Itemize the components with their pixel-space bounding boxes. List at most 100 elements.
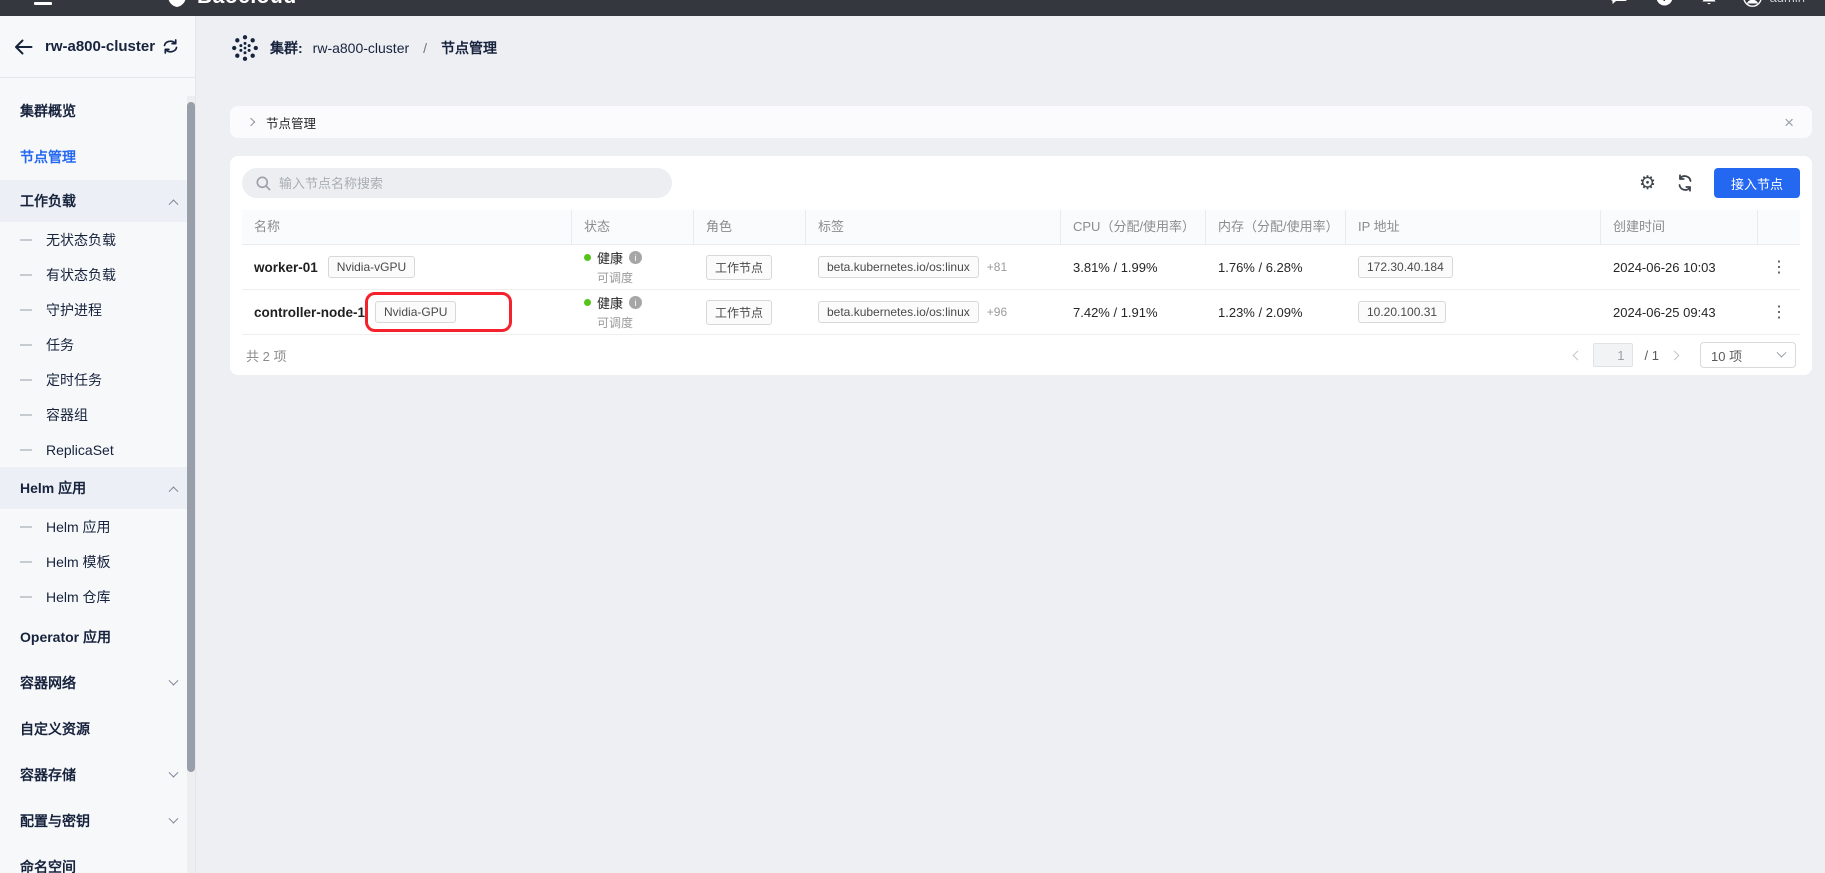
dash-icon xyxy=(20,561,32,563)
tab-close-icon[interactable]: × xyxy=(1784,114,1794,131)
message-icon[interactable] xyxy=(1610,0,1628,5)
sidebar-item-label: 定时任务 xyxy=(46,370,102,390)
sidebar-item[interactable]: 有状态负载 xyxy=(0,257,195,292)
cpu-usage: 7.42% / 1.91% xyxy=(1061,290,1206,334)
sidebar-item[interactable]: Helm 仓库 xyxy=(0,579,195,614)
dash-icon xyxy=(20,449,32,451)
sidebar-item[interactable]: 容器网络 xyxy=(0,660,195,706)
row-actions-kebab-icon[interactable]: ⋮ xyxy=(1765,302,1793,322)
memory-usage: 1.23% / 2.09% xyxy=(1206,290,1346,334)
dash-icon xyxy=(20,239,32,241)
info-icon[interactable]: i xyxy=(629,251,642,264)
gear-icon[interactable]: ⚙ xyxy=(1639,174,1656,193)
sidebar-menu: 集群概览 节点管理 工作负载 无状态负载 xyxy=(0,78,195,873)
node-label-tag: beta.kubernetes.io/os:linux xyxy=(818,301,979,323)
sidebar-item-label: Helm 模板 xyxy=(46,552,111,572)
chevron-icon xyxy=(169,675,179,685)
refresh-icon[interactable] xyxy=(1676,174,1694,192)
node-name[interactable]: controller-node-1 xyxy=(254,305,365,320)
next-page-icon[interactable] xyxy=(1670,350,1680,360)
info-icon[interactable]: i xyxy=(629,296,642,309)
menu-icon[interactable] xyxy=(34,0,52,5)
search-input[interactable] xyxy=(279,176,658,191)
sidebar-item[interactable]: Helm 模板 xyxy=(0,544,195,579)
tab-title[interactable]: 节点管理 xyxy=(266,113,316,132)
notification-bell-icon[interactable] xyxy=(1701,0,1717,6)
schedulable-text: 可调度 xyxy=(597,314,633,331)
sidebar-item-label: 守护进程 xyxy=(46,300,102,320)
breadcrumb-cluster[interactable]: rw-a800-cluster xyxy=(313,40,409,56)
brand-name: Baocloud xyxy=(197,0,297,9)
page-count: / 1 xyxy=(1645,348,1659,363)
page-number-input[interactable]: 1 xyxy=(1593,343,1633,367)
username-label[interactable]: admin xyxy=(1770,0,1805,5)
sidebar-item[interactable]: 定时任务 xyxy=(0,362,195,397)
dash-icon xyxy=(20,274,32,276)
sidebar-item[interactable]: 无状态负载 xyxy=(0,222,195,257)
sidebar-item[interactable]: 集群概览 xyxy=(0,88,195,134)
sidebar-item[interactable]: ReplicaSet xyxy=(0,432,195,467)
status-text: 健康 xyxy=(597,293,623,312)
topbar: Baocloud ? admin xyxy=(0,0,1825,16)
memory-usage: 1.76% / 6.28% xyxy=(1206,245,1346,289)
sidebar-item-label: 配置与密钥 xyxy=(20,811,90,831)
schedulable-text: 可调度 xyxy=(597,269,633,286)
sidebar-item-label: 容器组 xyxy=(46,405,88,425)
help-icon[interactable]: ? xyxy=(1656,0,1673,6)
sidebar-item[interactable]: 配置与密钥 xyxy=(0,798,195,844)
sidebar-item-label: 工作负载 xyxy=(20,191,76,211)
search-icon xyxy=(256,176,271,191)
breadcrumb-separator: / xyxy=(419,40,431,56)
sidebar-item-label: Operator 应用 xyxy=(20,627,111,647)
node-name[interactable]: worker-01 xyxy=(254,260,318,275)
status-dot xyxy=(584,299,591,306)
table-header-row: 名称 状态 角色 标签 CPU（分配/使用率） 内存（分配/使用率） IP 地址 xyxy=(242,210,1800,245)
prev-page-icon[interactable] xyxy=(1572,350,1582,360)
sidebar-item-label: 任务 xyxy=(46,335,74,355)
ip-address-tag: 172.30.40.184 xyxy=(1358,256,1453,278)
add-node-button[interactable]: 接入节点 xyxy=(1714,168,1800,198)
sidebar-item-label: Helm 应用 xyxy=(20,478,86,498)
sidebar: rw-a800-cluster 集群概览 节点管理 xyxy=(0,16,196,873)
brand-logo-shield-icon xyxy=(167,0,187,8)
sidebar-scrollbar-thumb[interactable] xyxy=(187,102,195,772)
node-table: 名称 状态 角色 标签 CPU（分配/使用率） 内存（分配/使用率） IP 地址 xyxy=(242,210,1800,375)
gpu-tag-annotation-wrap: Nvidia-vGPU xyxy=(328,256,415,278)
node-label-tag: beta.kubernetes.io/os:linux xyxy=(818,256,979,278)
sidebar-item[interactable]: Operator 应用 xyxy=(0,614,195,660)
label-more-count[interactable]: +81 xyxy=(987,260,1007,274)
page-size-select[interactable]: 10 项 xyxy=(1700,342,1796,368)
sidebar-item[interactable]: 容器组 xyxy=(0,397,195,432)
role-tag: 工作节点 xyxy=(706,300,772,325)
sidebar-item[interactable]: 工作负载 xyxy=(0,180,195,222)
column-header: 名称 xyxy=(242,210,572,244)
switch-cluster-icon[interactable] xyxy=(162,39,179,54)
dash-icon xyxy=(20,379,32,381)
cluster-dots-icon xyxy=(230,33,260,63)
row-actions-kebab-icon[interactable]: ⋮ xyxy=(1765,257,1793,277)
sidebar-item[interactable]: 守护进程 xyxy=(0,292,195,327)
sidebar-item[interactable]: Helm 应用 xyxy=(0,509,195,544)
sidebar-item-label: 命名空间 xyxy=(20,857,76,873)
column-header: 创建时间 xyxy=(1601,210,1758,244)
sidebar-item-label: ReplicaSet xyxy=(46,442,114,458)
sidebar-item[interactable]: 容器存储 xyxy=(0,752,195,798)
label-more-count[interactable]: +96 xyxy=(987,305,1007,319)
role-tag: 工作节点 xyxy=(706,255,772,280)
sidebar-item-label: 集群概览 xyxy=(20,101,76,121)
table-body: worker-01 Nvidia-vGPU 健康 i xyxy=(242,245,1800,335)
table-row: worker-01 Nvidia-vGPU 健康 i xyxy=(242,245,1800,290)
sidebar-item[interactable]: 自定义资源 xyxy=(0,706,195,752)
sidebar-item[interactable]: 节点管理 xyxy=(0,134,195,180)
sidebar-item-label: 容器网络 xyxy=(20,673,76,693)
chevron-icon xyxy=(169,767,179,777)
tab-expand-chevron-icon[interactable] xyxy=(247,118,255,126)
back-arrow-icon[interactable] xyxy=(14,39,33,55)
sidebar-item[interactable]: 任务 xyxy=(0,327,195,362)
sidebar-item[interactable]: Helm 应用 xyxy=(0,467,195,509)
cluster-name: rw-a800-cluster xyxy=(45,38,162,55)
dash-icon xyxy=(20,596,32,598)
sidebar-item[interactable]: 命名空间 xyxy=(0,844,195,873)
user-avatar[interactable] xyxy=(1743,0,1762,7)
dash-icon xyxy=(20,344,32,346)
